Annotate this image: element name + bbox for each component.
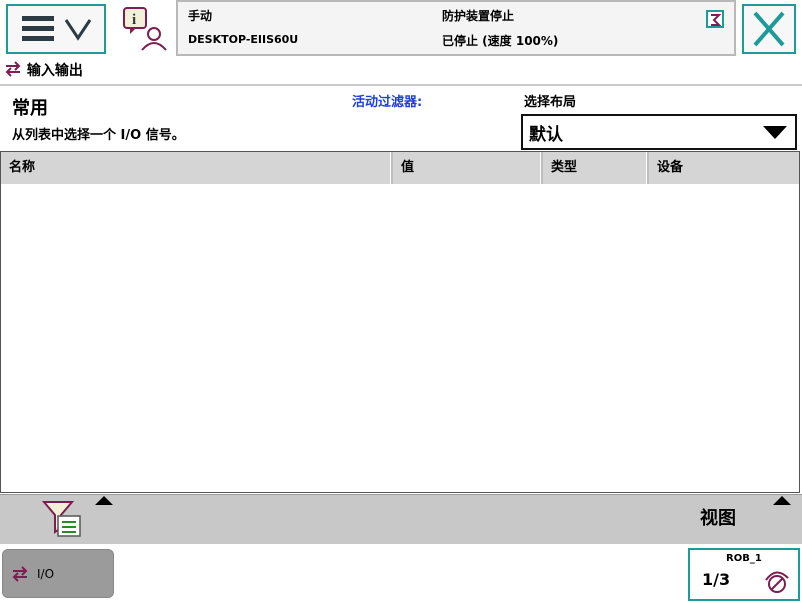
safety-status: 防护装置停止 (442, 9, 515, 23)
increment-fraction: 1/3 (702, 570, 731, 589)
filter-expand-arrow-icon[interactable] (95, 496, 113, 505)
dropdown-caret-icon (763, 126, 787, 139)
view-expand-arrow-icon[interactable] (773, 496, 791, 505)
table-header: 名称 值 类型 设备 (1, 152, 799, 184)
close-button[interactable] (742, 4, 796, 54)
controller-name: DESKTOP-EIIS60U (188, 33, 299, 46)
action-bar (0, 494, 802, 544)
filter-button[interactable] (41, 498, 82, 538)
status-panel: 手动 DESKTOP-EIIS60U 防护装置停止 已停止 (速度 100%) (176, 0, 736, 56)
active-filter-link[interactable]: 活动过滤器: (352, 91, 422, 110)
svg-text:i: i (132, 12, 136, 28)
run-state: 已停止 (速度 100%) (442, 34, 559, 48)
taskbar (0, 545, 802, 603)
taskbar-io-label: I/O (37, 567, 55, 581)
filter-funnel-icon (41, 501, 81, 537)
view-button[interactable]: 视图 (700, 504, 736, 530)
io-arrows-icon (11, 566, 29, 586)
robot-name: ROB_1 (726, 553, 762, 564)
io-arrows-icon (4, 61, 22, 81)
column-header-name[interactable]: 名称 (1, 152, 391, 184)
quickset-button[interactable]: ROB_1 1/3 (688, 548, 800, 601)
layout-select[interactable]: 默认 (521, 114, 797, 150)
breadcrumb: 输入输出 (4, 60, 83, 82)
column-header-type[interactable]: 类型 (543, 152, 647, 184)
hamburger-chevron-icon (22, 16, 92, 41)
taskbar-io-button[interactable]: I/O (2, 549, 114, 598)
column-header-device[interactable]: 设备 (649, 152, 799, 184)
column-header-value[interactable]: 值 (393, 152, 541, 184)
jog-quickset-icon (762, 566, 792, 600)
layout-label: 选择布局 (524, 95, 577, 110)
event-log-icon[interactable] (706, 10, 724, 28)
close-icon (753, 11, 785, 47)
instruction-text: 从列表中选择一个 I/O 信号。 (12, 128, 185, 143)
mode-text: 手动 (188, 9, 213, 23)
layout-selected-value: 默认 (529, 125, 563, 145)
page-title: 常用 (12, 98, 48, 119)
info-user-icon[interactable]: i (122, 6, 170, 52)
signal-table[interactable]: 名称 值 类型 设备 (0, 151, 800, 493)
main-menu-button[interactable] (6, 4, 106, 54)
divider (0, 84, 802, 86)
breadcrumb-label: 输入输出 (26, 63, 83, 79)
